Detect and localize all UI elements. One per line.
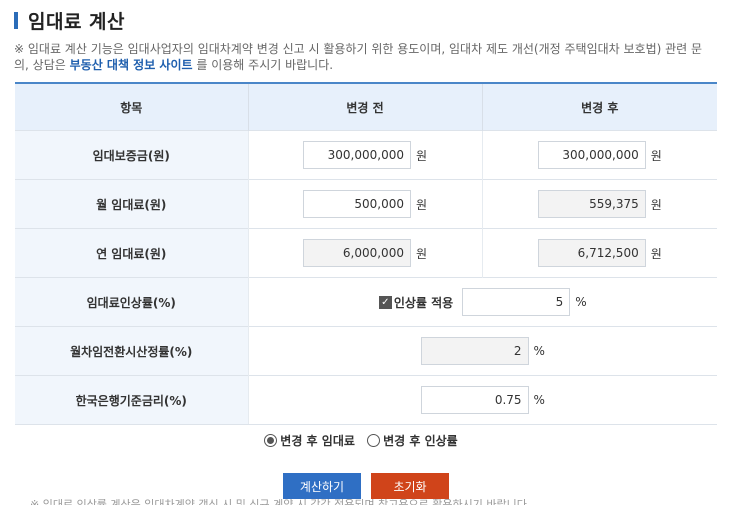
radio-after-rate[interactable] bbox=[367, 434, 381, 447]
table-header-row: 항목 변경 전 변경 후 bbox=[15, 82, 717, 131]
calc-mode-options: 변경 후 임대료 변경 후 인상률 bbox=[0, 432, 730, 449]
unit-label: % bbox=[533, 344, 545, 358]
bok-label: 한국은행기준금리(%) bbox=[15, 375, 248, 425]
table-row-conversion: 월차임전환시산정률(%) 2% bbox=[15, 326, 717, 376]
yearly-after-output: 6,712,500 bbox=[537, 239, 646, 267]
deposit-after-input[interactable]: 300,000,000 bbox=[537, 141, 646, 169]
unit-label: 원 bbox=[415, 148, 428, 163]
table-row-rate: 임대료인상률(%) ✓ 인상률 적용 5% bbox=[15, 277, 717, 327]
unit-label: 원 bbox=[650, 246, 662, 261]
monthly-after-cell: 559,375 원 bbox=[481, 179, 717, 229]
title-accent-bar bbox=[14, 11, 18, 29]
rent-calc-table: 항목 변경 전 변경 후 임대보증금(원) 300,000,000 원 300,0… bbox=[15, 82, 717, 425]
footer-note: ※ 임대료 인상률 계산은 임대차계약 갱신 시 및 신규 계약 시 각각 적용… bbox=[30, 499, 580, 505]
deposit-before-cell: 300,000,000 원 bbox=[247, 130, 482, 180]
reset-button[interactable]: 초기화 bbox=[371, 473, 449, 499]
table-row-deposit: 임대보증금(원) 300,000,000 원 300,000,000 원 bbox=[15, 130, 717, 180]
radio-after-rate-label[interactable]: 변경 후 인상률 bbox=[383, 434, 458, 448]
unit-label: 원 bbox=[650, 148, 662, 163]
notice-link[interactable]: 부동산 대책 정보 사이트 bbox=[70, 58, 193, 72]
monthly-before-cell: 500,000 원 bbox=[247, 179, 482, 229]
unit-label: 원 bbox=[650, 197, 662, 212]
page-title: 임대료 계산 bbox=[28, 10, 126, 33]
unit-label: 원 bbox=[415, 246, 428, 261]
monthly-before-input[interactable]: 500,000 bbox=[302, 190, 411, 218]
apply-rate-label: 인상률 적용 bbox=[393, 295, 454, 310]
yearly-before-output: 6,000,000 bbox=[302, 239, 411, 267]
header-before: 변경 전 bbox=[247, 82, 482, 131]
yearly-after-cell: 6,712,500 원 bbox=[481, 228, 717, 278]
header-item: 항목 bbox=[15, 82, 248, 131]
header-after: 변경 후 bbox=[481, 82, 717, 131]
unit-label: % bbox=[575, 295, 587, 309]
deposit-after-cell: 300,000,000 원 bbox=[481, 130, 717, 180]
deposit-before-input[interactable]: 300,000,000 bbox=[302, 141, 411, 169]
conversion-output: 2 bbox=[420, 337, 529, 365]
table-row-yearly: 연 임대료(원) 6,000,000 원 6,712,500 원 bbox=[15, 228, 717, 278]
conversion-cell: 2% bbox=[247, 326, 717, 376]
table-row-bok: 한국은행기준금리(%) 0.75% bbox=[15, 375, 717, 425]
conversion-label: 월차임전환시산정률(%) bbox=[15, 326, 248, 376]
monthly-after-output: 559,375 bbox=[537, 190, 646, 218]
rate-label: 임대료인상률(%) bbox=[15, 277, 248, 327]
radio-after-rent-label[interactable]: 변경 후 임대료 bbox=[280, 434, 355, 448]
unit-label: 원 bbox=[415, 197, 428, 212]
table-row-monthly: 월 임대료(원) 500,000 원 559,375 원 bbox=[15, 179, 717, 229]
notice-text: ※ 임대료 계산 기능은 임대사업자의 임대차계약 변경 신고 시 활용하기 위… bbox=[14, 41, 714, 73]
yearly-label: 연 임대료(원) bbox=[15, 228, 248, 278]
deposit-label: 임대보증금(원) bbox=[15, 130, 248, 180]
calculate-button[interactable]: 계산하기 bbox=[283, 473, 361, 499]
rate-cell: ✓ 인상률 적용 5% bbox=[247, 277, 717, 327]
monthly-label: 월 임대료(원) bbox=[15, 179, 248, 229]
yearly-before-cell: 6,000,000 원 bbox=[247, 228, 482, 278]
bok-cell: 0.75% bbox=[247, 375, 717, 425]
bok-rate-input[interactable]: 0.75 bbox=[420, 386, 529, 414]
radio-after-rent[interactable] bbox=[264, 434, 278, 447]
unit-label: % bbox=[533, 393, 545, 407]
apply-rate-checkbox[interactable]: ✓ bbox=[378, 295, 392, 309]
notice-part2: 를 이용해 주시기 바랍니다. bbox=[192, 58, 334, 72]
page-title-area: 임대료 계산 bbox=[14, 8, 126, 33]
rate-input[interactable]: 5 bbox=[462, 288, 571, 316]
